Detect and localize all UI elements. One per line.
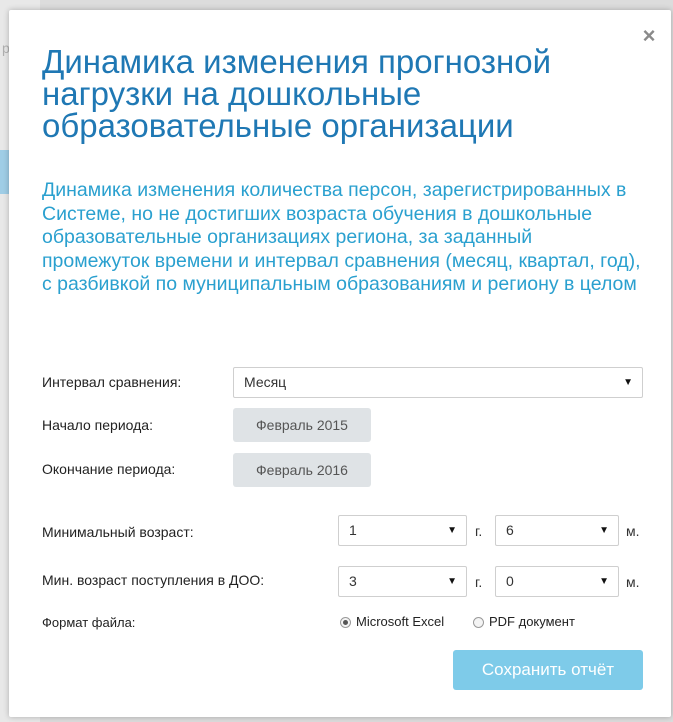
chevron-down-icon: ▼ [447, 576, 457, 587]
min-admission-age-label: Мин. возраст поступления в ДОО: [42, 572, 265, 588]
interval-select[interactable]: Месяц ▼ [233, 367, 643, 398]
interval-value: Месяц [244, 374, 287, 390]
chevron-down-icon: ▼ [599, 576, 609, 587]
months-unit: м. [626, 523, 640, 539]
admission-years-value: 3 [349, 573, 357, 589]
admission-months-select[interactable]: 0 ▼ [495, 566, 619, 597]
min-age-years-value: 1 [349, 522, 357, 538]
save-report-button[interactable]: Сохранить отчёт [453, 650, 643, 690]
dialog-title: Динамика изменения прогнозной нагрузки н… [42, 43, 552, 144]
file-format-label: Формат файла: [42, 615, 136, 630]
period-start-label: Начало периода: [42, 417, 153, 433]
interval-label: Интервал сравнения: [42, 374, 182, 390]
chevron-down-icon: ▼ [599, 525, 609, 536]
admission-months-value: 0 [506, 573, 514, 589]
report-dialog: × Динамика изменения прогнозной нагрузки… [9, 10, 671, 717]
radio-excel-label[interactable]: Microsoft Excel [356, 614, 444, 629]
admission-years-select[interactable]: 3 ▼ [338, 566, 467, 597]
min-age-months-value: 6 [506, 522, 514, 538]
min-age-years-select[interactable]: 1 ▼ [338, 515, 467, 546]
radio-pdf-label[interactable]: PDF документ [489, 614, 575, 629]
months-unit: м. [626, 574, 640, 590]
radio-excel[interactable] [340, 617, 351, 628]
close-icon[interactable]: × [637, 24, 661, 48]
min-age-months-select[interactable]: 6 ▼ [495, 515, 619, 546]
chevron-down-icon: ▼ [623, 377, 633, 388]
years-unit: г. [475, 574, 483, 590]
years-unit: г. [475, 523, 483, 539]
period-end-label: Окончание периода: [42, 461, 176, 477]
min-age-label: Минимальный возраст: [42, 524, 194, 540]
period-start-button[interactable]: Февраль 2015 [233, 408, 371, 442]
dialog-description: Динамика изменения количества персон, за… [42, 179, 641, 295]
radio-pdf[interactable] [473, 617, 484, 628]
chevron-down-icon: ▼ [447, 525, 457, 536]
period-end-button[interactable]: Февраль 2016 [233, 453, 371, 487]
